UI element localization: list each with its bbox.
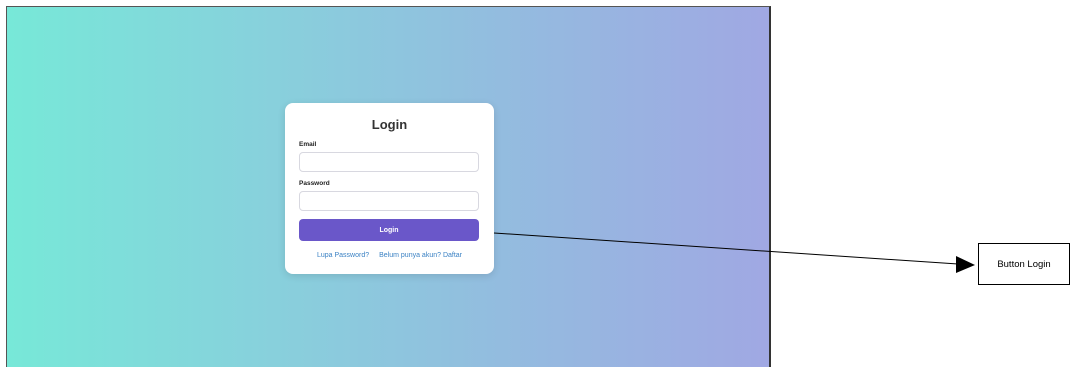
- annotation-box: Button Login: [978, 243, 1070, 285]
- annotation-arrow-head: [956, 256, 975, 273]
- annotation-label: Button Login: [997, 258, 1051, 270]
- annotation-arrow-line: [493, 232, 959, 265]
- annotation-arrow: [493, 232, 975, 273]
